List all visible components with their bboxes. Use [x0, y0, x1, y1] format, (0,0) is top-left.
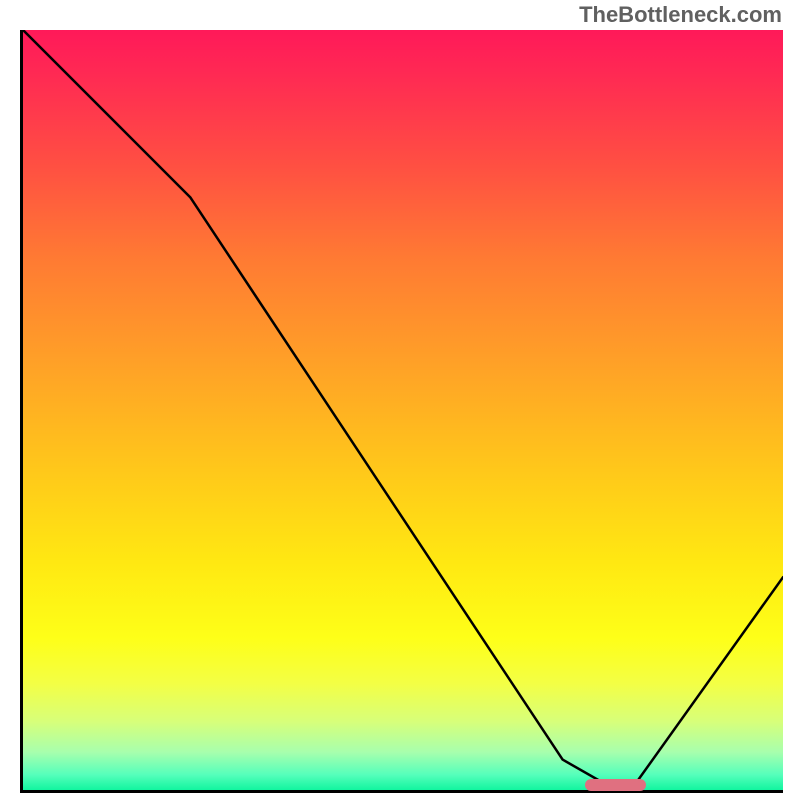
bottleneck-curve — [23, 30, 783, 790]
chart-plot-area — [20, 30, 783, 793]
watermark-text: TheBottleneck.com — [579, 2, 782, 28]
optimal-marker — [585, 779, 646, 791]
